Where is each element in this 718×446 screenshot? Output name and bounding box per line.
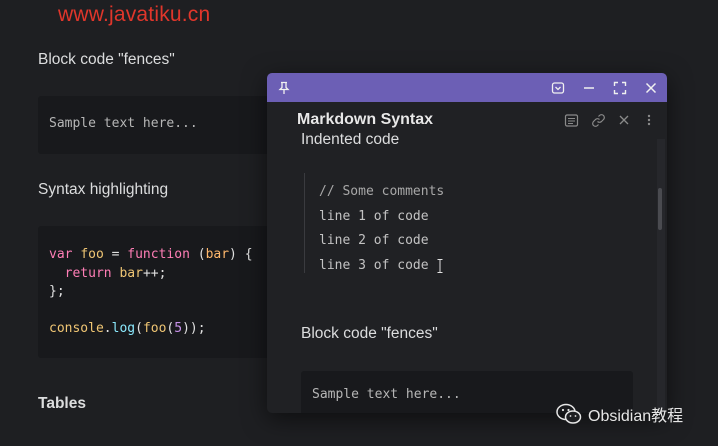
- syntax-highlight-code-block: var foo = function (bar) { return bar++;…: [38, 226, 278, 358]
- minimize-icon[interactable]: [576, 73, 602, 102]
- wechat-badge: Obsidian教程: [556, 402, 683, 426]
- close-tab-icon[interactable]: [613, 109, 635, 131]
- more-options-icon[interactable]: [638, 109, 660, 131]
- fenced-code-block: Sample text here...: [38, 96, 278, 154]
- maximize-icon[interactable]: [607, 73, 633, 102]
- code-line: line 2 of code: [319, 233, 429, 249]
- code-sample-text: Sample text here...: [49, 116, 198, 131]
- code-line: var foo = function (bar) {: [49, 247, 253, 262]
- wechat-icon: [556, 403, 582, 424]
- code-line: // Some comments: [319, 184, 445, 199]
- heading-block-code-fences: Block code "fences": [301, 325, 438, 342]
- heading-syntax-highlighting: Syntax highlighting: [38, 181, 169, 198]
- popout-window: Markdown Syntax Indented code // Some co…: [267, 73, 667, 413]
- view-title: Markdown Syntax: [297, 111, 434, 128]
- scrollbar-thumb[interactable]: [658, 188, 662, 230]
- scrollbar[interactable]: [657, 139, 665, 413]
- close-window-icon[interactable]: [638, 73, 664, 102]
- code-line: return bar++;: [64, 265, 167, 281]
- heading-block-code-fences: Block code "fences": [38, 51, 175, 68]
- code-sample-text: Sample text here...: [312, 387, 461, 402]
- reading-view-icon[interactable]: [560, 109, 582, 131]
- tray-icon[interactable]: [545, 73, 571, 102]
- code-line: console.log(foo(5));: [49, 321, 206, 336]
- heading-tables: Tables: [38, 395, 86, 412]
- text-cursor-icon: [437, 259, 443, 273]
- heading-indented-code: Indented code: [301, 133, 400, 148]
- pin-icon[interactable]: [271, 73, 297, 102]
- popout-titlebar[interactable]: [267, 73, 667, 102]
- code-line: };: [49, 284, 65, 299]
- code-line: line 3 of code: [319, 258, 429, 274]
- note-content[interactable]: Indented code // Some comments line 1 of…: [267, 133, 659, 413]
- code-line: line 1 of code: [319, 208, 429, 224]
- wechat-badge-label: Obsidian教程: [588, 408, 684, 425]
- link-icon[interactable]: [587, 109, 609, 131]
- indented-code-block: // Some comments line 1 of code line 2 o…: [304, 173, 644, 273]
- watermark-url: www.javatiku.cn: [58, 3, 211, 26]
